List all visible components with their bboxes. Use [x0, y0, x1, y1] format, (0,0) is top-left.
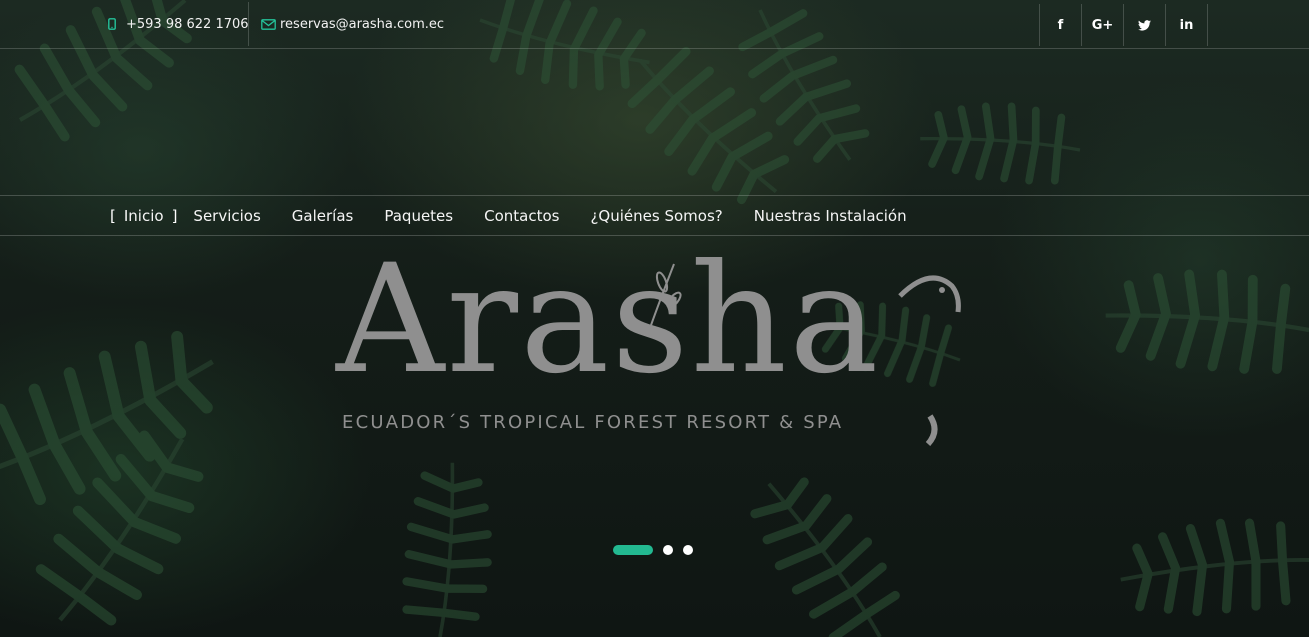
nav-item-quienes-somos[interactable]: ¿Quiénes Somos? [590, 207, 722, 225]
email-contact[interactable]: reservas@arasha.com.ec [248, 2, 444, 46]
nav-item-contactos[interactable]: Contactos [484, 207, 559, 225]
slider-dot-3[interactable] [683, 545, 693, 555]
logo-wordmark: Arasha [336, 233, 881, 407]
slider-dot-1[interactable] [613, 545, 653, 555]
google-plus-icon[interactable]: G+ [1082, 4, 1124, 46]
envelope-icon [261, 18, 276, 30]
linkedin-icon[interactable]: in [1166, 4, 1208, 46]
active-bracket-right: ] [171, 206, 178, 225]
slider-dot-2[interactable] [663, 545, 673, 555]
email-address: reservas@arasha.com.ec [280, 16, 445, 32]
top-bar: +593 98 622 1706 reservas@arasha.com.ec … [0, 0, 1309, 49]
nav-item-label: Inicio [123, 206, 164, 225]
arasha-logo: Arasha ECUADOR´S TROPICAL FOREST RESORT … [330, 240, 980, 446]
slider-pagination [613, 545, 693, 555]
phone-number: +593 98 622 1706 [126, 16, 249, 32]
social-links: f G+ in [1039, 4, 1208, 46]
twitter-icon[interactable] [1124, 4, 1166, 46]
nav-item-inicio[interactable]: [ Inicio] [110, 207, 177, 225]
nav-item-galerias[interactable]: Galerías [292, 207, 354, 225]
bird-accent-icon [898, 275, 961, 446]
main-nav: [ Inicio] Servicios Galerías Paquetes Con… [0, 195, 1309, 236]
nav-item-instalaciones[interactable]: Nuestras Instalación [754, 207, 907, 225]
nav-item-servicios[interactable]: Servicios [193, 207, 260, 225]
logo-tagline: ECUADOR´S TROPICAL FOREST RESORT & SPA [342, 412, 844, 433]
facebook-icon[interactable]: f [1040, 4, 1082, 46]
leaf-sprig-icon [649, 263, 682, 329]
active-bracket-left: [ [110, 206, 116, 225]
mobile-phone-icon [108, 18, 116, 30]
twitter-bird-glyph [1138, 19, 1151, 31]
nav-item-paquetes[interactable]: Paquetes [384, 207, 453, 225]
phone-contact[interactable]: +593 98 622 1706 [108, 0, 249, 48]
